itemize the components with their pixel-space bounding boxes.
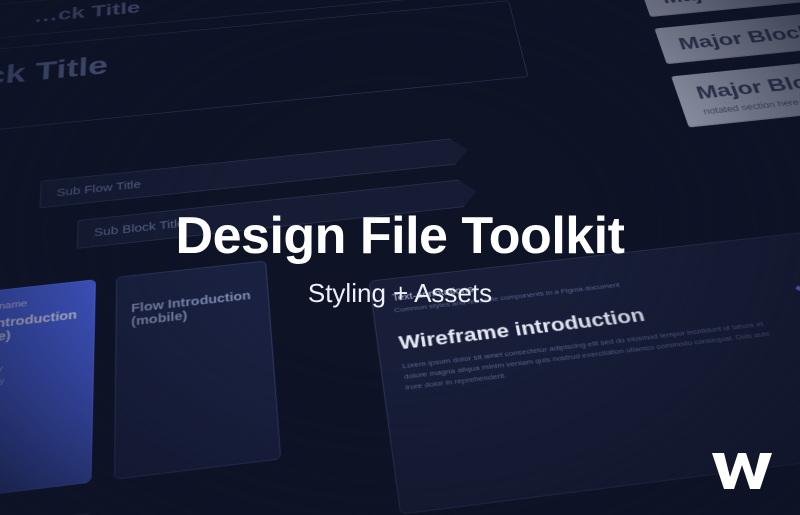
chip-major-flow: Major Flow — [639, 0, 800, 17]
chip-major-block-1-label: Major Block T — [676, 20, 800, 53]
card-blue-title: Flow Introduction (mobile) — [0, 307, 80, 348]
sub-block-arrow-label: Sub Block Title — [94, 217, 185, 239]
background-stage: …ck Title Major Block Title Annotated se… — [0, 0, 800, 515]
chip-major-block-2: Major Block Tit notated section here — [671, 56, 800, 128]
chip-major-block-1: Major Block T — [654, 10, 800, 64]
chip-major-block-2-label: Major Block Tit — [693, 66, 800, 103]
chip-major-flow-label: Major Flow — [659, 0, 785, 7]
card-flow-intro-blue: Feature name Flow Introduction (mobile) … — [0, 279, 96, 503]
sub-flow-arrow-label: Sub Flow Title — [56, 178, 141, 198]
card-flow-intro-grey: . Flow Introduction (mobile) — [114, 261, 281, 480]
background-plane: …ck Title Major Block Title Annotated se… — [0, 0, 800, 515]
panel-outline-top-title: …ck Title — [33, 0, 140, 26]
brand-logo-icon — [710, 447, 774, 495]
